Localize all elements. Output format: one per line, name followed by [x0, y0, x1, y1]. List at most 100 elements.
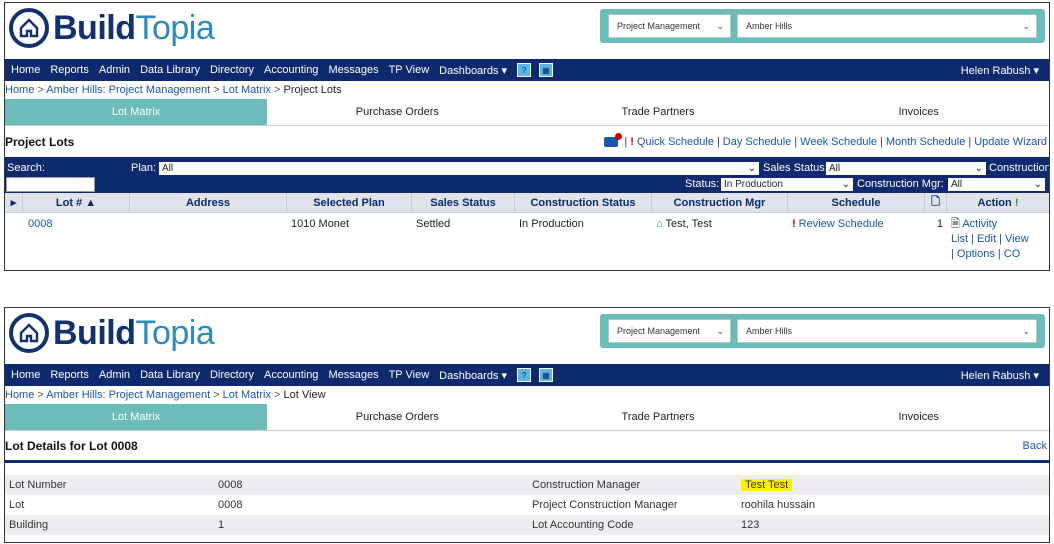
expand-icon[interactable]: ▸ [5, 193, 23, 212]
tab-invoices[interactable]: Invoices [788, 99, 1049, 125]
chevron-down-icon: ⌄ [974, 163, 983, 174]
nav-home[interactable]: Home [11, 64, 40, 76]
nav-reports[interactable]: Reports [50, 64, 89, 76]
document-icon: 🗋 [925, 193, 947, 212]
back-link[interactable]: Back [1023, 440, 1047, 452]
activity-link[interactable]: Activity [962, 218, 997, 230]
nav-reports[interactable]: Reports [50, 369, 89, 381]
week-schedule-link[interactable]: Week Schedule [800, 136, 877, 148]
schedule-links: |! Quick Schedule | Day Schedule | Week Sc… [604, 132, 1047, 148]
status-select[interactable]: In Production ⌄ [721, 178, 853, 191]
nav-data-library[interactable]: Data Library [140, 64, 200, 76]
buildtopia-logo[interactable]: BuildTopia [9, 313, 215, 353]
detail-label: Lot [9, 499, 25, 511]
nav-admin[interactable]: Admin [99, 369, 130, 381]
detail-label: Construction Manager [532, 479, 641, 491]
detail-row: Lot 0008 Project Construction Manager ro… [5, 495, 1049, 515]
community-select[interactable]: Amber Hills ⌄ [737, 319, 1037, 343]
plan-label: Plan: [131, 162, 157, 174]
calendar-icon[interactable]: ▦ [539, 368, 554, 382]
schedule-cell[interactable]: ! Review Schedule [788, 218, 925, 262]
activity-icon: 🗎 [951, 218, 960, 230]
buildtopia-logo[interactable]: BuildTopia [9, 8, 215, 48]
lot-number-link[interactable]: 0008 [23, 218, 130, 262]
alert-icon: ! [630, 135, 634, 148]
breadcrumb-project[interactable]: Amber Hills: Project Management [46, 84, 210, 96]
chevron-down-icon: ⌄ [747, 163, 756, 174]
day-schedule-link[interactable]: Day Schedule [723, 136, 792, 148]
detail-value: 0008 [218, 499, 243, 511]
construction-mgr-select[interactable]: All ⌄ [948, 178, 1045, 191]
construction-mgr-label: Construction Mgr: [857, 178, 944, 190]
nav-messages[interactable]: Messages [328, 369, 378, 381]
messages-alert-icon[interactable] [604, 132, 623, 147]
nav-admin[interactable]: Admin [99, 64, 130, 76]
status-label: Status: [685, 178, 720, 190]
tab-trade-partners[interactable]: Trade Partners [527, 404, 789, 430]
nav-tp-view[interactable]: TP View [389, 64, 430, 76]
nav-tp-view[interactable]: TP View [389, 369, 430, 381]
community-select[interactable]: Amber Hills ⌄ [737, 14, 1037, 38]
section-header: Project Lots |! Quick Schedule | Day Sche… [5, 126, 1049, 160]
breadcrumb-lot-matrix[interactable]: Lot Matrix [223, 84, 271, 96]
col-construction-mgr[interactable]: Construction Mgr [652, 193, 788, 212]
update-wizard-link[interactable]: Update Wizard [974, 136, 1047, 148]
action-cell: 🗎 Activity List | Edit | View | Options … [947, 217, 1049, 262]
detail-value: roohila hussain [741, 499, 815, 511]
project-type-select[interactable]: Project Management ⌄ [608, 319, 731, 343]
col-address[interactable]: Address [130, 193, 287, 212]
list-edit-view-links[interactable]: List | Edit | View [951, 232, 1045, 247]
nav-directory[interactable]: Directory [210, 369, 254, 381]
col-schedule[interactable]: Schedule [788, 193, 925, 212]
logo-text: BuildTopia [53, 8, 215, 47]
tab-lot-matrix[interactable]: Lot Matrix [5, 99, 267, 125]
nav-dashboards[interactable]: Dashboards ▾ [439, 369, 507, 382]
sales-status-select[interactable]: All ⌄ [826, 162, 986, 175]
col-plan[interactable]: Selected Plan [287, 193, 412, 212]
month-schedule-link[interactable]: Month Schedule [886, 136, 966, 148]
user-menu[interactable]: Helen Rabush ▾ [961, 64, 1039, 77]
nav-accounting[interactable]: Accounting [264, 64, 318, 76]
sales-status-label: Sales Status: [763, 162, 828, 174]
nav-accounting[interactable]: Accounting [264, 369, 318, 381]
detail-row: Lot Number 0008 Construction Manager Tes… [5, 475, 1049, 495]
filter-bar: Search: Plan: All ⌄ Sales Status: All ⌄ Co… [5, 160, 1049, 193]
col-sales-status[interactable]: Sales Status [412, 193, 515, 212]
calendar-icon[interactable]: ▦ [539, 63, 554, 77]
breadcrumb-home[interactable]: Home [5, 84, 34, 96]
detail-label: Lot Number [9, 479, 67, 491]
tab-trade-partners[interactable]: Trade Partners [527, 99, 789, 125]
table-row: 0008 1010 Monet Settled In Production ⌂ … [5, 213, 1049, 262]
col-lot[interactable]: Lot # ▲ [23, 193, 130, 212]
construction-status-cell: In Production [519, 218, 584, 230]
plan-select[interactable]: All ⌄ [159, 162, 759, 175]
quick-schedule-link[interactable]: Quick Schedule [637, 136, 714, 148]
detail-value: 123 [741, 519, 760, 531]
breadcrumb-home[interactable]: Home [5, 389, 34, 401]
tab-bar: Lot Matrix Purchase Orders Trade Partner… [5, 404, 1049, 431]
nav-dashboards[interactable]: Dashboards ▾ [439, 64, 507, 77]
nav-data-library[interactable]: Data Library [140, 369, 200, 381]
nav-messages[interactable]: Messages [328, 64, 378, 76]
home-icon: ⌂ [656, 218, 663, 230]
search-input[interactable] [6, 177, 95, 192]
project-type-select[interactable]: Project Management ⌄ [608, 14, 731, 38]
tab-purchase-orders[interactable]: Purchase Orders [267, 99, 528, 125]
address-cell [130, 218, 287, 262]
chevron-down-icon: ⌄ [1022, 20, 1030, 31]
col-construction-status[interactable]: Construction Status [515, 193, 652, 212]
user-menu[interactable]: Helen Rabush ▾ [961, 369, 1039, 382]
main-nav: Home Reports Admin Data Library Director… [5, 59, 1049, 81]
tab-purchase-orders[interactable]: Purchase Orders [267, 404, 528, 430]
options-co-links[interactable]: | Options | CO [951, 247, 1045, 262]
nav-directory[interactable]: Directory [210, 64, 254, 76]
breadcrumb: Home > Amber Hills: Project Management >… [5, 389, 326, 401]
breadcrumb-lot-matrix[interactable]: Lot Matrix [223, 389, 271, 401]
tab-lot-matrix[interactable]: Lot Matrix [5, 404, 267, 430]
tab-invoices[interactable]: Invoices [788, 404, 1049, 430]
help-icon[interactable]: ? [517, 368, 532, 382]
breadcrumb-project[interactable]: Amber Hills: Project Management [46, 389, 210, 401]
nav-home[interactable]: Home [11, 369, 40, 381]
breadcrumb-current: Lot View [283, 389, 326, 401]
help-icon[interactable]: ? [517, 63, 532, 77]
